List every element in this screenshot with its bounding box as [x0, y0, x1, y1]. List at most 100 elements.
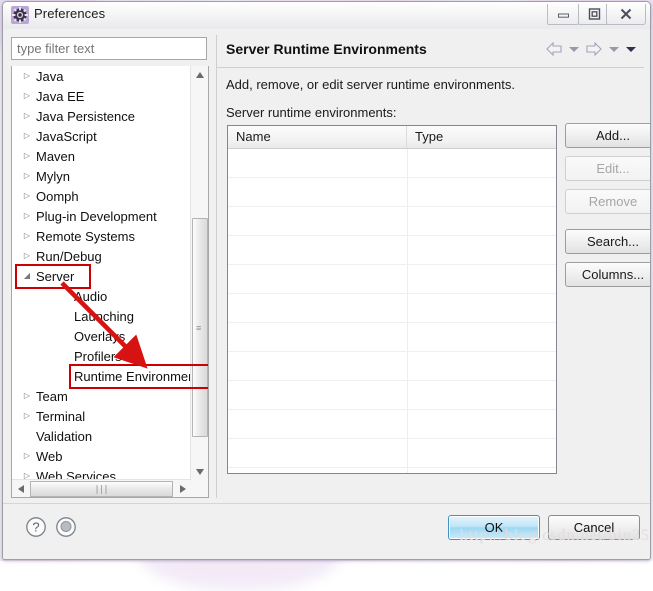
close-button[interactable]	[606, 4, 646, 25]
tree-item-label: Launching	[74, 308, 134, 324]
expand-triangle-icon[interactable]: ▷	[22, 72, 32, 80]
tree-item-web-services[interactable]: ▷ Web Services	[12, 466, 191, 481]
search-button[interactable]: Search...	[565, 229, 650, 254]
tree-item-javascript[interactable]: ▷ JavaScript	[12, 126, 191, 146]
tree-item-runtime-environment[interactable]: Runtime Environment	[12, 366, 191, 386]
tree-item-server[interactable]: ◢ Server	[12, 266, 191, 286]
table-cell-type	[408, 207, 556, 235]
question-mark-icon[interactable]: ?	[25, 516, 47, 543]
tree-item-java[interactable]: ▷ Java	[12, 66, 191, 86]
tree-scrollbar-thumb[interactable]: ≡	[192, 218, 208, 437]
content-pane: Server Runtime Environments Add, remove,…	[216, 35, 650, 498]
edit-button: Edit...	[565, 156, 650, 181]
table-row[interactable]	[228, 468, 556, 473]
tree-item-team[interactable]: ▷ Team	[12, 386, 191, 406]
expand-triangle-icon[interactable]: ▷	[22, 192, 32, 200]
tree-item-oomph[interactable]: ▷ Oomph	[12, 186, 191, 206]
table-row[interactable]	[228, 439, 556, 468]
table-row[interactable]	[228, 265, 556, 294]
window-title: Preferences	[34, 6, 106, 21]
table-cell-name	[228, 207, 408, 235]
expand-triangle-icon[interactable]: ▷	[22, 232, 32, 240]
table-cell-name	[228, 410, 408, 438]
table-row[interactable]	[228, 352, 556, 381]
scrollbar-corner	[191, 480, 208, 497]
tree-item-java-persistence[interactable]: ▷ Java Persistence	[12, 106, 191, 126]
tree-vertical-scrollbar[interactable]: ≡	[190, 66, 208, 480]
forward-arrow-icon[interactable]	[586, 41, 602, 57]
forward-history-chevron-down-icon[interactable]	[609, 46, 619, 52]
table-row[interactable]	[228, 410, 556, 439]
tree-hscrollbar-thumb[interactable]: ∣∣∣	[30, 481, 173, 497]
expand-triangle-icon[interactable]: ▷	[22, 92, 32, 100]
minimize-button[interactable]	[547, 4, 579, 25]
tree-item-maven[interactable]: ▷ Maven	[12, 146, 191, 166]
expand-triangle-icon[interactable]: ▷	[22, 112, 32, 120]
pane-nav-tools	[546, 41, 636, 57]
tree-item-label: Mylyn	[36, 168, 70, 184]
back-history-chevron-down-icon[interactable]	[569, 46, 579, 52]
table-cell-type	[408, 149, 556, 177]
table-row[interactable]	[228, 294, 556, 323]
title-bar[interactable]: Preferences	[3, 2, 650, 30]
tree-item-label: Profilers	[74, 348, 122, 364]
scroll-right-arrow-icon[interactable]	[174, 480, 191, 497]
expand-triangle-icon[interactable]: ▷	[22, 152, 32, 160]
table-row[interactable]	[228, 381, 556, 410]
tree-item-label: Remote Systems	[36, 228, 135, 244]
view-menu-chevron-down-icon[interactable]	[626, 46, 636, 52]
minimize-icon	[557, 13, 569, 18]
expand-triangle-icon[interactable]: ▷	[22, 172, 32, 180]
tree-item-remote-systems[interactable]: ▷ Remote Systems	[12, 226, 191, 246]
tree-item-validation[interactable]: Validation	[12, 426, 191, 446]
expand-triangle-icon[interactable]: ▷	[22, 412, 32, 420]
column-header-name[interactable]: Name	[228, 126, 407, 148]
table-row[interactable]	[228, 178, 556, 207]
table-cell-name	[228, 439, 408, 467]
preferences-tree[interactable]: ▷ Java ▷ Java EE ▷ Java Persistence ▷ JavaScrip…	[12, 66, 191, 481]
tree-item-label: Server	[36, 268, 75, 284]
expand-triangle-icon[interactable]: ▷	[22, 212, 32, 220]
dialog-body: ▷ Java ▷ Java EE ▷ Java Persistence ▷ JavaScrip…	[3, 29, 650, 504]
tree-item-terminal[interactable]: ▷ Terminal	[12, 406, 191, 426]
expand-triangle-icon[interactable]: ▷	[22, 392, 32, 400]
table-row[interactable]	[228, 236, 556, 265]
tree-item-overlays[interactable]: Overlays	[12, 326, 191, 346]
tree-item-label: Java Persistence	[36, 108, 135, 124]
columns-button[interactable]: Columns...	[565, 262, 650, 287]
column-header-type[interactable]: Type	[407, 126, 556, 148]
svg-text:?: ?	[32, 520, 39, 535]
search-input[interactable]	[11, 37, 207, 60]
expand-triangle-icon[interactable]: ▷	[22, 252, 32, 260]
gear-icon	[11, 6, 29, 24]
tree-item-plug-in-development[interactable]: ▷ Plug-in Development	[12, 206, 191, 226]
tree-item-java-ee[interactable]: ▷ Java EE	[12, 86, 191, 106]
scroll-left-arrow-icon[interactable]	[12, 480, 29, 497]
table-cell-name	[228, 294, 408, 322]
back-arrow-icon[interactable]	[546, 41, 562, 57]
tree-item-label: Audio	[74, 288, 108, 304]
collapse-triangle-icon[interactable]: ◢	[22, 272, 32, 280]
expand-triangle-icon[interactable]: ▷	[22, 452, 32, 460]
expand-triangle-icon[interactable]: ▷	[22, 132, 32, 140]
table-row[interactable]	[228, 149, 556, 178]
tree-item-launching[interactable]: Launching	[12, 306, 191, 326]
table-body	[228, 149, 556, 473]
tree-item-label: JavaScript	[36, 128, 97, 144]
table-cell-name	[228, 323, 408, 351]
tree-item-mylyn[interactable]: ▷ Mylyn	[12, 166, 191, 186]
tree-item-web[interactable]: ▷ Web	[12, 446, 191, 466]
add-button[interactable]: Add...	[565, 123, 650, 148]
table-row[interactable]	[228, 323, 556, 352]
page-description: Add, remove, or edit server runtime envi…	[226, 77, 516, 92]
scroll-down-arrow-icon[interactable]	[191, 463, 208, 480]
tree-item-audio[interactable]: Audio	[12, 286, 191, 306]
circle-icon[interactable]	[55, 516, 77, 543]
table-row[interactable]	[228, 207, 556, 236]
table-cell-name	[228, 149, 408, 177]
tree-item-profilers[interactable]: Profilers	[12, 346, 191, 366]
scroll-up-arrow-icon[interactable]	[191, 66, 208, 83]
runtime-environments-table[interactable]: Name Type	[227, 125, 557, 474]
tree-horizontal-scrollbar[interactable]: ∣∣∣	[12, 479, 191, 497]
tree-item-run-debug[interactable]: ▷ Run/Debug	[12, 246, 191, 266]
